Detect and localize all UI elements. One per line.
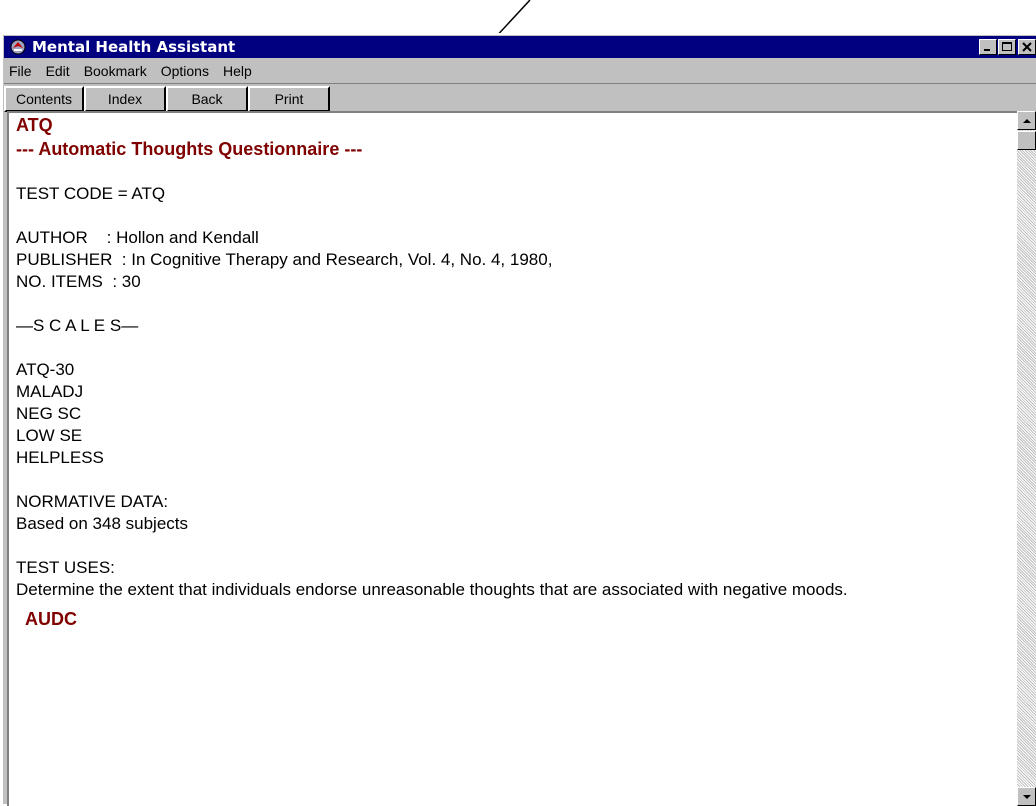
topic-title-heading: --- Automatic Thoughts Questionnaire --- — [16, 139, 363, 159]
menu-options[interactable]: Options — [155, 63, 215, 79]
test-uses-value: Determine the extent that individuals en… — [16, 580, 848, 599]
menu-help[interactable]: Help — [217, 63, 258, 79]
normative-data-label: NORMATIVE DATA: — [16, 492, 169, 511]
menu-edit[interactable]: Edit — [40, 63, 76, 79]
scale-item: ATQ-30 — [16, 360, 75, 379]
window-title: Mental Health Assistant — [32, 38, 236, 56]
author-line: AUTHOR : Hollon and Kendall — [16, 228, 259, 247]
help-content-pane[interactable]: ATQ --- Automatic Thoughts Questionnaire… — [7, 111, 1019, 806]
minimize-button[interactable] — [979, 39, 997, 55]
scale-item: NEG SC — [16, 404, 82, 423]
test-uses-label: TEST USES: — [16, 558, 115, 577]
minimize-icon — [984, 49, 990, 51]
print-button[interactable]: Print — [248, 86, 330, 112]
scales-heading: —S C A L E S— — [16, 316, 139, 335]
vertical-scrollbar[interactable] — [1017, 111, 1036, 806]
normative-data-value: Based on 348 subjects — [16, 514, 189, 533]
scale-item: HELPLESS — [16, 448, 104, 467]
arrow-up-icon — [1022, 118, 1031, 123]
index-button[interactable]: Index — [84, 86, 166, 112]
scale-item: LOW SE — [16, 426, 83, 445]
scroll-thumb[interactable] — [1017, 131, 1036, 150]
contents-button[interactable]: Contents — [4, 86, 84, 112]
app-icon — [10, 39, 26, 55]
topic-code-heading: ATQ — [16, 115, 53, 135]
app-window: Mental Health Assistant File Edit Bookma… — [1, 33, 1036, 806]
scroll-up-button[interactable] — [1017, 111, 1036, 130]
menu-bookmark[interactable]: Bookmark — [78, 63, 153, 79]
menu-file[interactable]: File — [4, 63, 38, 79]
scale-item: MALADJ — [16, 382, 84, 401]
next-topic-heading[interactable]: AUDC — [16, 607, 1019, 631]
menu-bar: File Edit Bookmark Options Help — [4, 59, 1036, 84]
publisher-line: PUBLISHER : In Cognitive Therapy and Res… — [16, 250, 553, 269]
back-button[interactable]: Back — [166, 86, 248, 112]
title-bar[interactable]: Mental Health Assistant — [4, 36, 1036, 58]
arrow-down-icon — [1022, 794, 1031, 799]
items-line: NO. ITEMS : 30 — [16, 272, 141, 291]
toolbar: Contents Index Back Print — [4, 84, 1036, 112]
scroll-down-button[interactable] — [1017, 787, 1036, 806]
maximize-icon — [1002, 42, 1012, 51]
maximize-button[interactable] — [998, 39, 1016, 55]
test-code-line: TEST CODE = ATQ — [16, 184, 166, 203]
close-button[interactable] — [1018, 39, 1036, 55]
close-icon — [1022, 42, 1032, 52]
document-body: ATQ --- Automatic Thoughts Questionnaire… — [16, 113, 1019, 631]
